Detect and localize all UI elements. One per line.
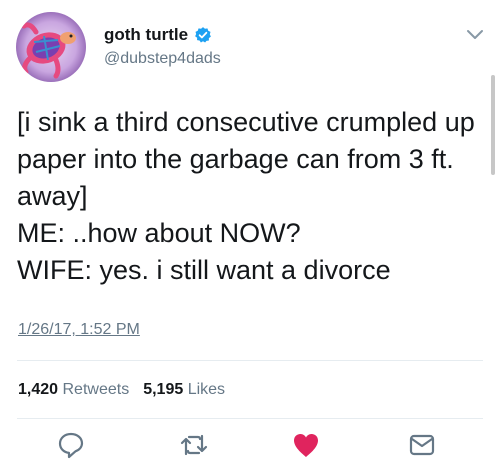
divider: [17, 360, 483, 361]
tweet-line: away]: [17, 181, 88, 211]
likes-stat[interactable]: 5,195 Likes: [143, 381, 225, 398]
retweets-count: 1,420: [18, 381, 59, 398]
action-bar: [0, 430, 500, 466]
likes-count: 5,195: [143, 381, 184, 398]
envelope-icon[interactable]: [407, 430, 437, 460]
user-avatar[interactable]: [16, 12, 86, 82]
engagement-stats: 1,420 Retweets 5,195 Likes: [18, 381, 225, 399]
scrollbar[interactable]: [491, 75, 495, 175]
retweets-stat[interactable]: 1,420 Retweets: [18, 381, 129, 398]
tweet-line: [i sink a third consecutive crumpled up: [17, 107, 475, 137]
tweet-text: [i sink a third consecutive crumpled up …: [17, 104, 487, 289]
tweet-timestamp[interactable]: 1/26/17, 1:52 PM: [18, 321, 140, 339]
tweet-line: paper into the garbage can from 3 ft.: [17, 144, 454, 174]
retweet-icon[interactable]: [179, 430, 209, 460]
likes-label: Likes: [187, 381, 226, 398]
divider: [17, 418, 483, 419]
chevron-down-icon[interactable]: [466, 28, 484, 42]
display-name[interactable]: goth turtle: [104, 25, 188, 45]
tweet-line: ME: ..how about NOW?: [17, 218, 301, 248]
retweets-label: Retweets: [62, 381, 130, 398]
display-name-row[interactable]: goth turtle: [104, 25, 212, 45]
reply-icon[interactable]: [56, 430, 86, 460]
tweet-line: WIFE: yes. i still want a divorce: [17, 255, 391, 285]
user-handle[interactable]: @dubstep4dads: [104, 50, 221, 68]
verified-badge-icon: [195, 27, 211, 43]
heart-icon[interactable]: [291, 430, 321, 460]
turtle-avatar-icon: [16, 12, 86, 82]
